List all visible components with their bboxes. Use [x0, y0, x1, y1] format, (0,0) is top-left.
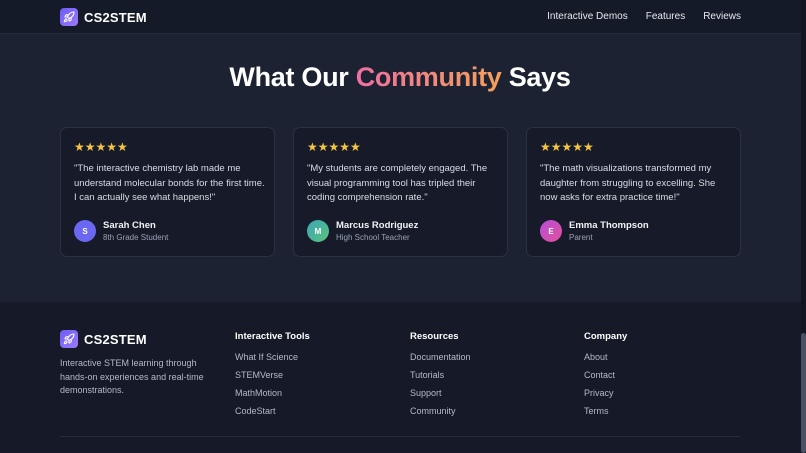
section-title: What Our Community Says	[0, 62, 800, 93]
footer-description: Interactive STEM learning through hands-…	[60, 358, 204, 395]
page-scrollbar[interactable]	[801, 0, 806, 453]
nav-link-interactive-demos[interactable]: Interactive Demos	[547, 11, 628, 22]
author-name: Emma Thompson	[569, 220, 649, 231]
star-icon: ★★★★★	[307, 140, 361, 154]
main-nav: Interactive Demos Features Reviews	[547, 11, 741, 22]
footer-column-resources: Resources Documentation Tutorials Suppor…	[410, 331, 471, 424]
testimonial-card-emma: ★★★★★ "The math visualizations transform…	[526, 127, 741, 257]
footer-link-terms[interactable]: Terms	[584, 406, 627, 416]
star-rating: ★★★★★	[74, 141, 128, 153]
footer-link-stemverse[interactable]: STEMVerse	[235, 370, 310, 380]
star-rating: ★★★★★	[540, 141, 594, 153]
title-after: Says	[501, 62, 571, 92]
star-icon: ★★★★★	[74, 140, 128, 154]
testimonial-quote: "The interactive chemistry lab made me u…	[74, 163, 265, 203]
footer-link-about[interactable]: About	[584, 352, 627, 362]
rocket-icon	[60, 8, 78, 26]
testimonial-card-sarah: ★★★★★ "The interactive chemistry lab mad…	[60, 127, 275, 257]
testimonial-quote: "The math visualizations transformed my …	[540, 163, 716, 203]
scrollbar-thumb[interactable]	[801, 333, 806, 453]
author-name: Sarah Chen	[103, 220, 156, 231]
footer-brand-name: CS2STEM	[84, 331, 147, 347]
footer-column-title: Company	[584, 331, 628, 342]
title-highlight: Community	[355, 62, 502, 92]
testimonial-quote: "My students are completely engaged. The…	[307, 163, 488, 203]
testimonial-card-marcus: ★★★★★ "My students are completely engage…	[293, 127, 508, 257]
author-role: High School Teacher	[336, 233, 410, 242]
footer-divider	[60, 436, 740, 437]
footer-link-codestart[interactable]: CodeStart	[235, 406, 310, 416]
rocket-icon	[60, 330, 78, 348]
testimonials-section: What Our Community Says ★★★★★ "The inter…	[0, 35, 806, 301]
footer-column-interactive-tools: Interactive Tools What If Science STEMVe…	[235, 331, 310, 424]
brand-name: CS2STEM	[84, 9, 147, 25]
author-role: 8th Grade Student	[103, 233, 169, 242]
footer-link-contact[interactable]: Contact	[584, 370, 627, 380]
footer-link-community[interactable]: Community	[410, 406, 471, 416]
brand-logo[interactable]: CS2STEM	[60, 8, 147, 26]
page: CS2STEM Interactive Demos Features Revie…	[0, 0, 806, 453]
star-rating: ★★★★★	[307, 141, 361, 153]
avatar: E	[540, 220, 562, 242]
avatar: M	[307, 220, 329, 242]
testimonial-author: S Sarah Chen 8th Grade Student	[74, 220, 168, 242]
footer-link-mathmotion[interactable]: MathMotion	[235, 388, 310, 398]
author-role: Parent	[569, 233, 593, 242]
site-footer: CS2STEM Interactive STEM learning throug…	[0, 302, 806, 453]
nav-link-features[interactable]: Features	[646, 11, 685, 22]
testimonial-author: E Emma Thompson Parent	[540, 220, 649, 242]
title-before: What Our	[229, 62, 356, 92]
footer-link-support[interactable]: Support	[410, 388, 471, 398]
footer-brand-logo[interactable]: CS2STEM	[60, 330, 147, 348]
footer-column-title: Resources	[410, 331, 459, 342]
top-navbar: CS2STEM Interactive Demos Features Revie…	[0, 0, 806, 34]
star-icon: ★★★★★	[540, 140, 594, 154]
footer-column-title: Interactive Tools	[235, 331, 310, 342]
footer-link-what-if-science[interactable]: What If Science	[235, 352, 310, 362]
author-name: Marcus Rodriguez	[336, 220, 419, 231]
testimonial-author: M Marcus Rodriguez High School Teacher	[307, 220, 418, 242]
footer-link-privacy[interactable]: Privacy	[584, 388, 627, 398]
avatar: S	[74, 220, 96, 242]
footer-link-tutorials[interactable]: Tutorials	[410, 370, 471, 380]
footer-link-documentation[interactable]: Documentation	[410, 352, 471, 362]
footer-column-company: Company About Contact Privacy Terms	[584, 331, 627, 424]
nav-link-reviews[interactable]: Reviews	[703, 11, 741, 22]
